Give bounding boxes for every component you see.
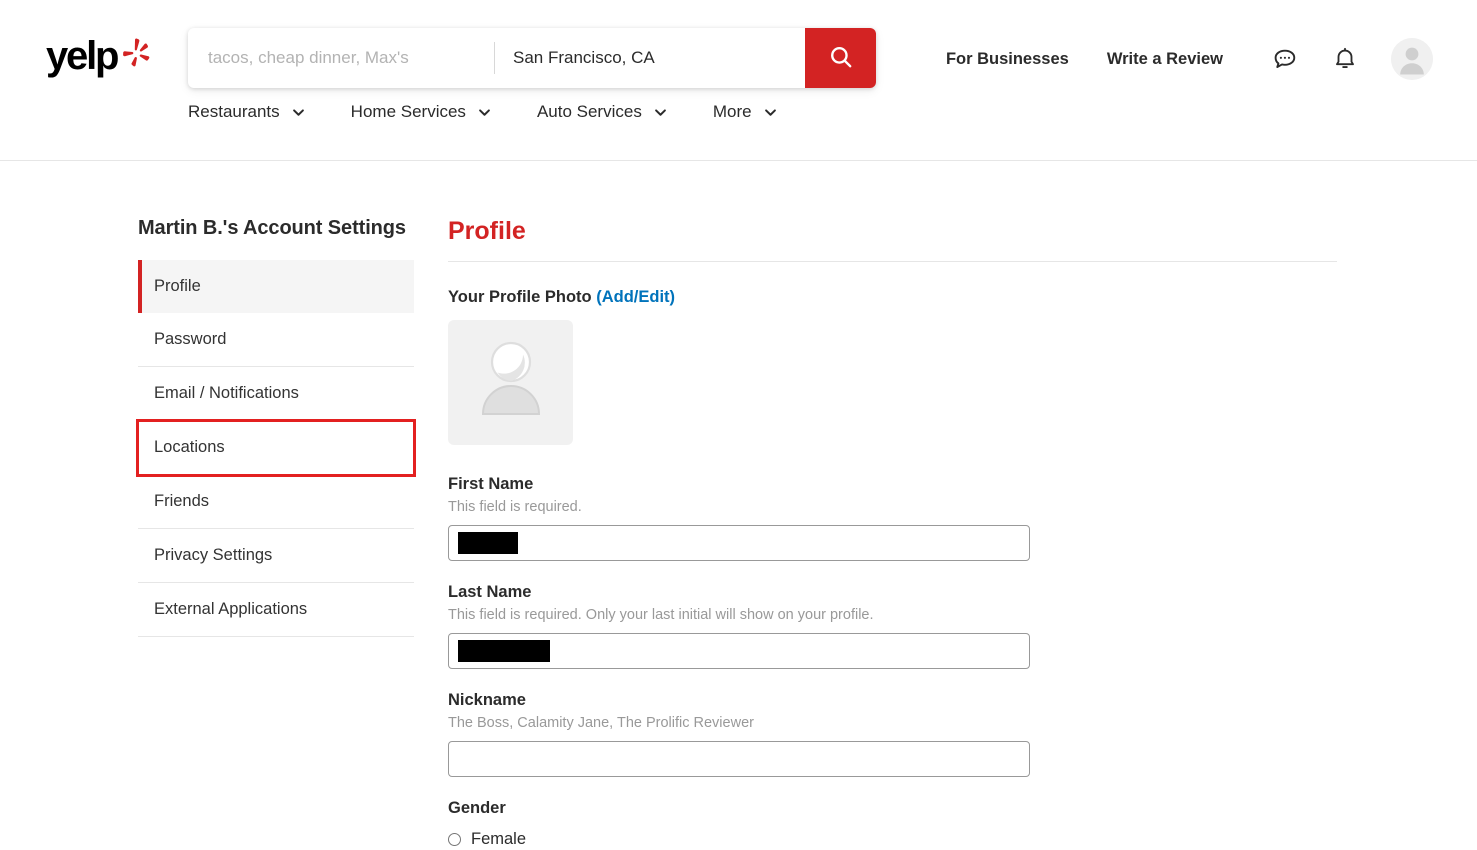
profile-settings-main: Profile Your Profile Photo (Add/Edit) Fi… (448, 216, 1338, 850)
for-businesses-link[interactable]: For Businesses (946, 50, 1069, 69)
nav-item-more[interactable]: More (713, 102, 778, 122)
nickname-label: Nickname (448, 690, 1338, 711)
sidebar-item-profile[interactable]: Profile (138, 260, 414, 313)
site-header: yelp (0, 0, 1477, 161)
last-name-help: This field is required. Only your last i… (448, 606, 1338, 625)
nickname-field-group: Nickname The Boss, Calamity Jane, The Pr… (448, 690, 1338, 777)
nav-item-auto-services[interactable]: Auto Services (537, 102, 668, 122)
first-name-redaction (458, 532, 518, 554)
chevron-down-icon (653, 105, 668, 120)
sidebar-item-label[interactable]: Password (138, 313, 414, 366)
add-edit-photo-link[interactable]: (Add/Edit) (596, 288, 675, 306)
chevron-down-icon (763, 105, 778, 120)
first-name-input[interactable] (448, 525, 1030, 561)
chevron-down-icon (477, 105, 492, 120)
nav-item-label: More (713, 102, 752, 122)
sidebar-item-external-applications[interactable]: External Applications (138, 583, 414, 637)
nav-item-label: Auto Services (537, 102, 642, 122)
last-name-label: Last Name (448, 582, 1338, 603)
sidebar-item-email-notifications[interactable]: Email / Notifications (138, 367, 414, 421)
gender-field-group: Gender Female (448, 798, 1338, 850)
write-a-review-link[interactable]: Write a Review (1107, 50, 1223, 69)
messages-icon[interactable] (1269, 43, 1301, 75)
category-nav: Restaurants Home Services Auto Services (188, 102, 823, 122)
yelp-logo-wordmark: yelp (46, 36, 117, 76)
settings-nav-list: Profile Password Email / Notifications L… (138, 260, 414, 637)
page-title: Profile (448, 216, 1338, 246)
sidebar-item-locations[interactable]: Locations (138, 421, 414, 475)
nav-item-label: Home Services (351, 102, 466, 122)
sidebar-item-label[interactable]: Profile (142, 260, 414, 313)
chevron-down-icon (291, 105, 306, 120)
search-location-field[interactable] (495, 28, 805, 88)
nav-item-home-services[interactable]: Home Services (351, 102, 492, 122)
search-submit-button[interactable] (805, 28, 876, 88)
search-location-input[interactable] (511, 47, 791, 69)
yelp-logo[interactable]: yelp (46, 36, 152, 82)
first-name-help: This field is required. (448, 498, 1338, 517)
nickname-help: The Boss, Calamity Jane, The Prolific Re… (448, 714, 1338, 733)
sidebar-item-label[interactable]: Privacy Settings (138, 529, 414, 582)
search-icon (828, 44, 854, 73)
nickname-input[interactable] (448, 741, 1030, 777)
nav-item-label: Restaurants (188, 102, 280, 122)
last-name-redaction (458, 640, 550, 662)
notifications-bell-icon[interactable] (1329, 43, 1361, 75)
user-avatar-icon[interactable] (1391, 38, 1433, 80)
nav-item-restaurants[interactable]: Restaurants (188, 102, 306, 122)
first-name-field-group: First Name This field is required. (448, 474, 1338, 561)
gender-option-female[interactable]: Female (448, 829, 1338, 850)
title-divider (448, 261, 1337, 262)
search-term-field[interactable] (188, 28, 494, 88)
sidebar-title: Martin B.'s Account Settings (138, 216, 414, 241)
search-term-input[interactable] (206, 47, 480, 69)
radio-button-icon[interactable] (448, 833, 461, 846)
sidebar-item-password[interactable]: Password (138, 313, 414, 367)
first-name-label: First Name (448, 474, 1338, 495)
gender-option-label: Female (471, 829, 526, 850)
profile-photo-label: Your Profile Photo (Add/Edit) (448, 288, 1338, 307)
sidebar-item-label[interactable]: Locations (138, 421, 414, 474)
search-bar (188, 28, 876, 88)
sidebar-item-label[interactable]: Friends (138, 475, 414, 528)
header-right-cluster: For Businesses Write a Review (946, 36, 1433, 82)
profile-photo-placeholder-icon (461, 330, 561, 435)
account-settings-sidebar: Martin B.'s Account Settings Profile Pas… (138, 216, 414, 637)
last-name-field-group: Last Name This field is required. Only y… (448, 582, 1338, 669)
profile-photo-placeholder[interactable] (448, 320, 573, 445)
sidebar-item-label[interactable]: Email / Notifications (138, 367, 414, 420)
sidebar-item-privacy-settings[interactable]: Privacy Settings (138, 529, 414, 583)
yelp-burst-icon (122, 38, 152, 75)
gender-label: Gender (448, 798, 1338, 819)
sidebar-item-friends[interactable]: Friends (138, 475, 414, 529)
last-name-input[interactable] (448, 633, 1030, 669)
sidebar-item-label[interactable]: External Applications (138, 583, 414, 636)
profile-photo-label-text: Your Profile Photo (448, 288, 592, 306)
